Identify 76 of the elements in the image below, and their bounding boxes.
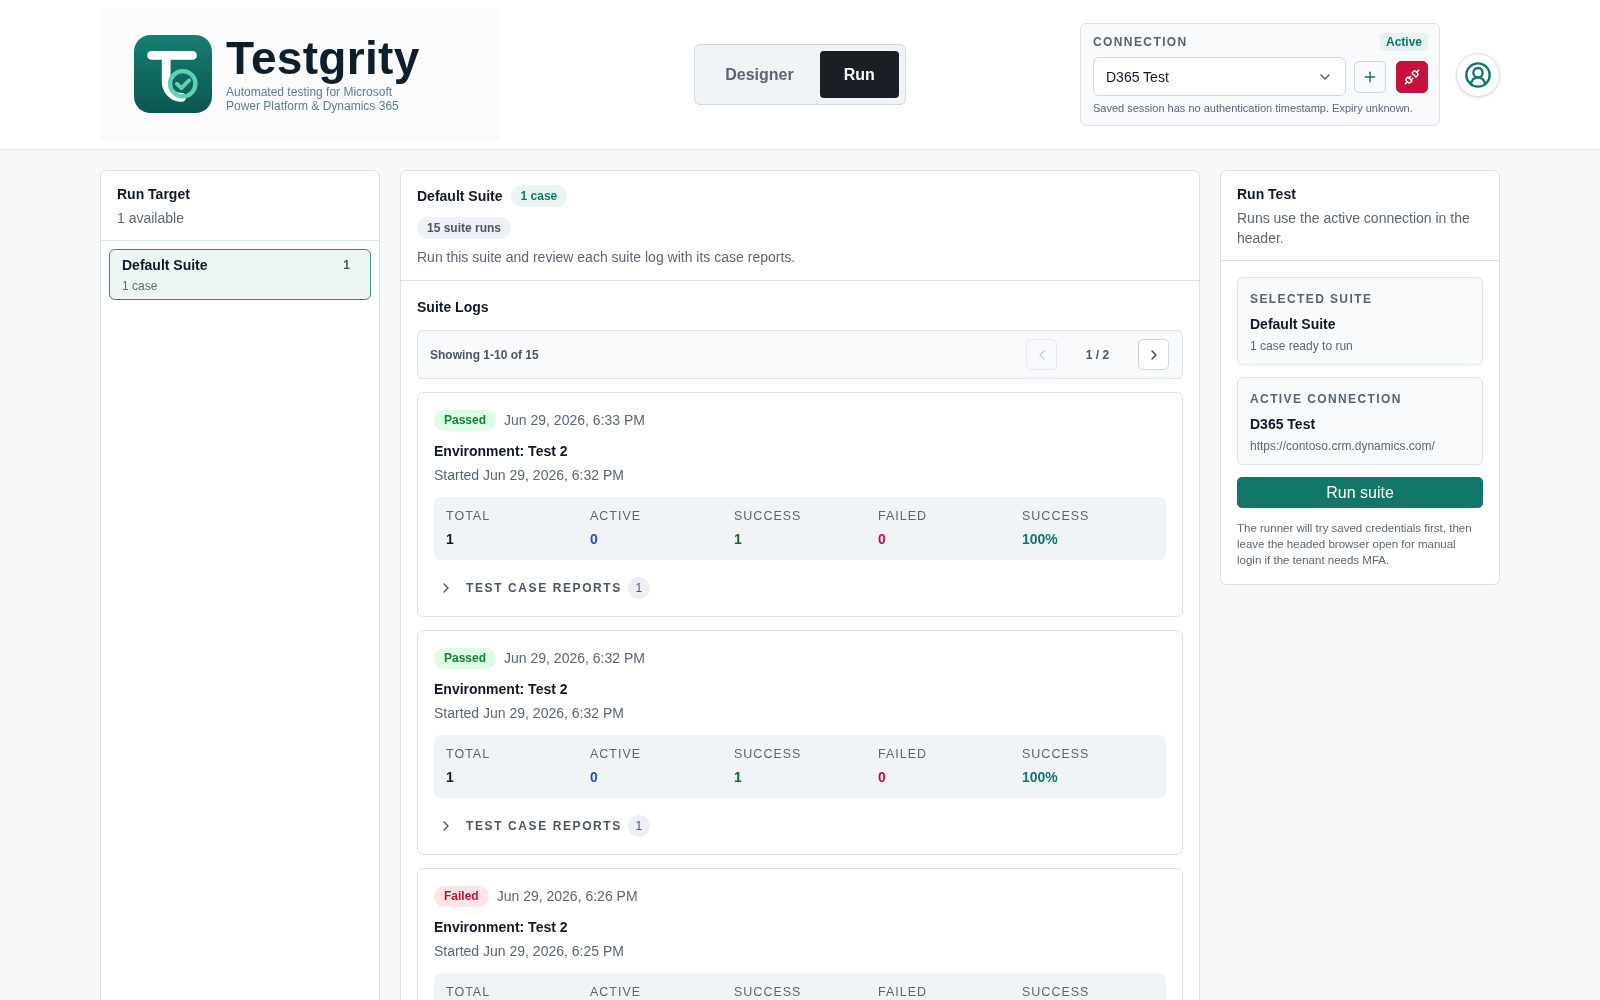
connection-status: Active xyxy=(1379,33,1428,51)
panel-title: Run Target xyxy=(117,185,191,204)
stat-label: SUCCESS xyxy=(734,508,803,524)
report-count: 1 xyxy=(627,815,650,837)
stat-label: ACTIVE xyxy=(590,746,643,762)
summary-name: Default Suite xyxy=(1250,315,1337,333)
stat-label: SUCCESS xyxy=(1022,746,1091,762)
stat-label: FAILED xyxy=(878,984,929,1000)
log-date: Jun 29, 2026, 6:33 PM xyxy=(504,411,645,430)
mode-tab[interactable]: Designer xyxy=(701,51,818,98)
test-case-reports-toggle[interactable]: TEST CASE REPORTS xyxy=(434,818,622,834)
stat-value: 1 xyxy=(734,530,743,548)
user-icon xyxy=(1464,60,1492,89)
section-label: CONNECTION xyxy=(1093,34,1188,50)
runner-note: The runner will try saved credentials first, then leave the headed browser open for manual login if the tenant needs MFA. xyxy=(1237,521,1473,568)
suite-title: Default Suite xyxy=(417,187,503,206)
status-badge: Passed xyxy=(434,647,497,669)
started-time: Started Jun 29, 2026, 6:32 PM xyxy=(434,466,625,485)
stat-value: 100% xyxy=(1022,530,1059,548)
logo-tagline: Automated testing for Microsoft xyxy=(226,84,394,99)
logo-tagline: Power Platform & Dynamics 365 xyxy=(226,98,400,113)
stat-value: 100% xyxy=(1022,768,1059,786)
stat-label: FAILED xyxy=(878,746,929,762)
log-date: Jun 29, 2026, 6:26 PM xyxy=(496,887,638,906)
add-connection-button[interactable] xyxy=(1354,60,1387,93)
unplug-icon xyxy=(1404,68,1421,85)
environment-label: Environment: Test 2 xyxy=(434,442,569,461)
summary-detail: 1 case ready to run xyxy=(1250,338,1354,354)
stat-label: ACTIVE xyxy=(590,984,643,1000)
stat-value: 1 xyxy=(446,768,455,786)
account-button[interactable] xyxy=(1456,52,1500,97)
case-count-badge: 1 case xyxy=(510,185,568,207)
logo-icon xyxy=(134,34,212,113)
stat-value: 0 xyxy=(590,768,599,786)
status-badge: Failed xyxy=(434,885,489,907)
pagination-summary: Showing 1-10 of 15 xyxy=(430,346,539,363)
runs-count-badge: 15 suite runs xyxy=(417,217,512,239)
started-time: Started Jun 29, 2026, 6:25 PM xyxy=(434,942,625,961)
suite-description: Run this suite and review each suite log with its case reports. xyxy=(417,248,796,267)
stat-label: SUCCESS xyxy=(734,984,803,1000)
disconnect-button[interactable] xyxy=(1396,60,1428,93)
stat-label: TOTAL xyxy=(446,508,492,524)
stat-value: 1 xyxy=(734,768,743,786)
stat-label: TOTAL xyxy=(446,746,492,762)
test-case-reports-toggle[interactable]: TEST CASE REPORTS xyxy=(434,580,622,596)
stat-label: ACTIVE xyxy=(590,508,643,524)
panel-subtitle: 1 available xyxy=(117,209,185,228)
stat-label: SUCCESS xyxy=(1022,984,1091,1000)
stat-value: 0 xyxy=(878,768,887,786)
environment-label: Environment: Test 2 xyxy=(434,680,569,699)
logo-wordmark: Testgrity xyxy=(226,31,420,85)
stat-label: FAILED xyxy=(878,508,929,524)
section-label: ACTIVE CONNECTION xyxy=(1250,391,1403,407)
started-time: Started Jun 29, 2026, 6:32 PM xyxy=(434,704,625,723)
status-badge: Passed xyxy=(434,409,497,431)
mode-tab[interactable]: Run xyxy=(819,51,899,98)
next-page-button[interactable] xyxy=(1138,339,1169,370)
stat-value: 0 xyxy=(590,530,599,548)
stat-label: SUCCESS xyxy=(1022,508,1091,524)
page-indicator: 1 / 2 xyxy=(1084,346,1111,363)
connection-select[interactable]: D365 Test xyxy=(1093,57,1347,96)
log-date: Jun 29, 2026, 6:32 PM xyxy=(504,649,645,668)
summary-detail: https://contoso.crm.dynamics.com/ xyxy=(1250,438,1436,454)
panel-title: Run Test xyxy=(1237,185,1297,204)
panel-description: Runs use the active connection in the header. xyxy=(1237,209,1471,248)
summary-name: D365 Test xyxy=(1250,415,1317,433)
suite-list-item[interactable]: Default Suite 1 1 case xyxy=(109,249,371,300)
section-label: SELECTED SUITE xyxy=(1250,291,1374,307)
stat-label: SUCCESS xyxy=(734,746,803,762)
stat-value: 1 xyxy=(446,530,455,548)
report-count: 1 xyxy=(627,577,650,599)
section-title: Suite Logs xyxy=(417,298,490,317)
run-suite-button[interactable]: Run suite xyxy=(1237,477,1483,508)
stat-value: 0 xyxy=(878,530,887,548)
environment-label: Environment: Test 2 xyxy=(434,918,569,937)
session-note: Saved session has no authentication timestamp. Expiry unknown. xyxy=(1093,101,1414,115)
